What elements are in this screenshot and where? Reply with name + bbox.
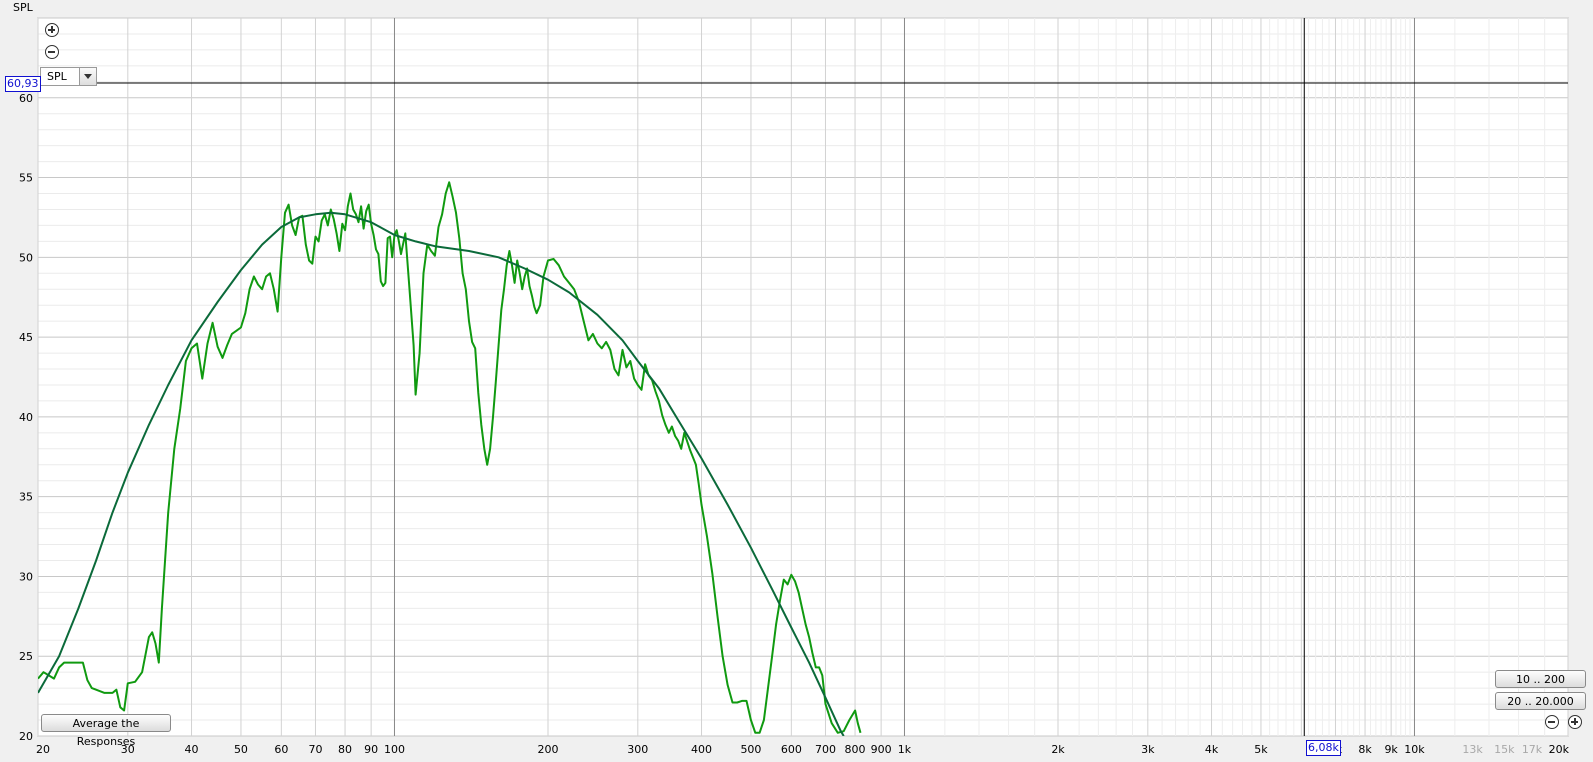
range-10-200-button[interactable]: 10 .. 200 [1495, 670, 1586, 688]
average-responses-button[interactable]: Average the Responses [41, 714, 171, 748]
chevron-down-icon[interactable] [79, 68, 96, 85]
x-tick-label: 10k [1404, 743, 1425, 756]
frequency-response-chart[interactable]: 202530354045505560 203040506070809010020… [0, 0, 1593, 762]
x-tick-label: 20k [1549, 743, 1570, 756]
y-tick-label: 35 [19, 491, 33, 504]
x-tick-label: 50 [234, 743, 248, 756]
x-tick-label: 1k [898, 743, 912, 756]
x-tick-label: 15k [1494, 743, 1515, 756]
horizontal-zoom-in-icon[interactable] [1568, 715, 1582, 729]
range-20-20000-button[interactable]: 20 .. 20.000 [1495, 692, 1586, 710]
y-tick-label: 25 [19, 650, 33, 663]
x-tick-label: 4k [1205, 743, 1219, 756]
x-tick-label: 13k [1462, 743, 1483, 756]
vertical-zoom-in-icon[interactable] [45, 23, 59, 37]
x-tick-label: 40 [185, 743, 199, 756]
horizontal-zoom-out-icon[interactable] [1545, 715, 1559, 729]
x-tick-label: 900 [871, 743, 892, 756]
x-tick-label: 600 [781, 743, 802, 756]
y-tick-label: 30 [19, 570, 33, 583]
measurement-type-value: SPL [47, 70, 67, 83]
x-cursor-readout: 6,08k [1306, 740, 1341, 756]
x-tick-label: 3k [1141, 743, 1155, 756]
y-tick-label: 60 [19, 92, 33, 105]
x-tick-label: 200 [538, 743, 559, 756]
y-tick-label: 45 [19, 331, 33, 344]
plot-area[interactable] [37, 17, 1569, 737]
x-tick-label: 800 [845, 743, 866, 756]
x-tick-label: 700 [815, 743, 836, 756]
y-cursor-readout: 60,93 [5, 76, 41, 92]
vertical-zoom-out-icon[interactable] [45, 45, 59, 59]
x-tick-label: 400 [691, 743, 712, 756]
x-tick-label: 2k [1051, 743, 1065, 756]
x-tick-label: 300 [627, 743, 648, 756]
y-tick-label: 55 [19, 172, 33, 185]
x-tick-label: 80 [338, 743, 352, 756]
y-tick-label: 40 [19, 411, 33, 424]
x-tick-label: 9k [1384, 743, 1398, 756]
x-tick-label: 20 [36, 743, 50, 756]
x-tick-label: 5k [1254, 743, 1268, 756]
measurement-type-select[interactable]: SPL [40, 67, 97, 86]
x-tick-label: 500 [740, 743, 761, 756]
x-tick-label: 90 [364, 743, 378, 756]
x-tick-label: 70 [308, 743, 322, 756]
y-tick-label: 50 [19, 251, 33, 264]
x-tick-label: 100 [384, 743, 405, 756]
x-tick-label: 60 [274, 743, 288, 756]
x-tick-label: 8k [1358, 743, 1372, 756]
y-tick-label: 20 [19, 730, 33, 743]
y-axis-title: SPL [13, 1, 34, 14]
x-tick-label: 17k [1522, 743, 1543, 756]
